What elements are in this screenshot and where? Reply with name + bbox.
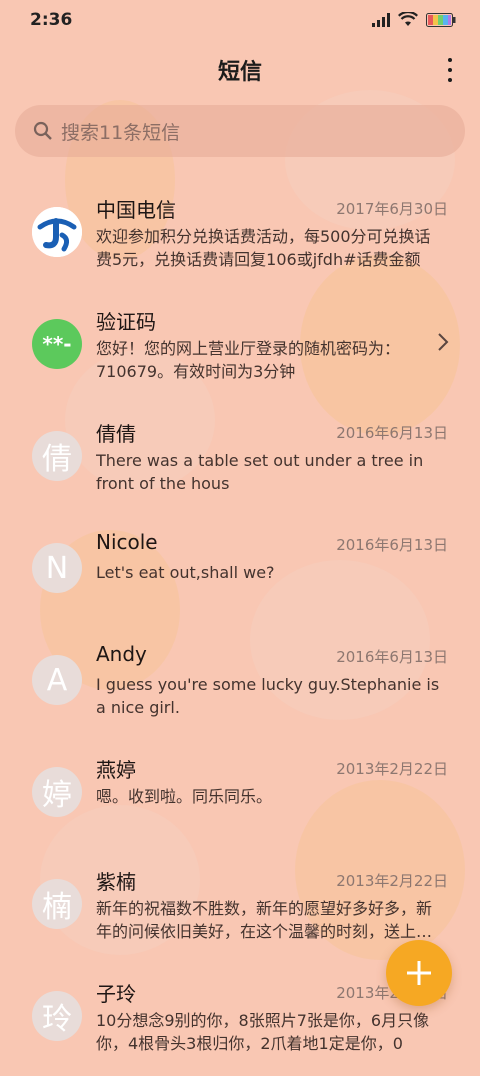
message-date: 2017年6月30日 <box>336 200 448 218</box>
avatar: 楠 <box>32 879 82 929</box>
message-date: 2016年6月13日 <box>336 424 448 442</box>
conversation-item[interactable]: 婷 燕婷 2013年2月22日 嗯。收到啦。同乐同乐。 <box>0 740 480 852</box>
status-bar: 2:36 <box>0 0 480 40</box>
contact-name: 中国电信 <box>96 198 176 222</box>
contact-name: 验证码 <box>96 310 156 334</box>
plus-icon <box>407 961 431 985</box>
chevron-right-icon <box>438 333 449 351</box>
telecom-avatar <box>32 207 82 257</box>
message-preview: 欢迎参加积分兑换话费活动，每500分可兑换话费5元，兑换话费请回复106或jfd… <box>96 227 431 269</box>
avatar: N <box>32 543 82 593</box>
signal-icon <box>372 12 390 27</box>
new-message-button[interactable] <box>386 940 452 1006</box>
conversation-item[interactable]: 中国电信 2017年6月30日 欢迎参加积分兑换话费活动，每500分可兑换话费5… <box>0 180 480 292</box>
message-date: 2013年2月22日 <box>336 760 448 778</box>
status-time: 2:36 <box>30 10 73 30</box>
conversation-item[interactable]: A Andy 2016年6月13日 I guess you're some lu… <box>0 628 480 740</box>
contact-name: 燕婷 <box>96 758 136 782</box>
page-title: 短信 <box>217 60 262 85</box>
message-date: 2016年6月13日 <box>336 648 448 666</box>
contact-name: 紫楠 <box>96 870 136 894</box>
conversation-item[interactable]: N Nicole 2016年6月13日 Let's eat out,shall … <box>0 516 480 628</box>
verification-avatar: **- <box>32 319 82 369</box>
message-preview: 您好！您的网上营业厅登录的随机密码为：710679。有效时间为3分钟 <box>96 339 401 381</box>
message-preview: 新年的祝福数不胜数，新年的愿望好多好多，新年的问候依旧美好，在这个温馨的时刻，送… <box>96 899 433 941</box>
contact-name: Andy <box>96 642 147 666</box>
conversation-item[interactable]: **- 验证码 您好！您的网上营业厅登录的随机密码为：710679。有效时间为3… <box>0 292 480 404</box>
avatar: 玲 <box>32 991 82 1041</box>
contact-name: 倩倩 <box>96 422 136 446</box>
message-preview: 嗯。收到啦。同乐同乐。 <box>96 787 273 806</box>
contact-name: Nicole <box>96 530 158 554</box>
conversation-item[interactable]: 倩 倩倩 2016年6月13日 There was a table set ou… <box>0 404 480 516</box>
contact-name: 子玲 <box>96 982 136 1006</box>
search-bar[interactable]: 搜索11条短信 <box>15 105 465 157</box>
battery-icon <box>426 12 456 27</box>
wifi-icon <box>398 12 418 26</box>
message-date: 2016年6月13日 <box>336 536 448 554</box>
message-date: 2013年2月22日 <box>336 872 448 890</box>
title-bar: 短信 <box>0 48 480 92</box>
avatar: 婷 <box>32 767 82 817</box>
message-preview: I guess you're some lucky guy.Stephanie … <box>96 675 440 717</box>
china-telecom-logo-icon <box>32 207 82 257</box>
search-icon <box>33 121 52 140</box>
avatar: A <box>32 655 82 705</box>
status-icons <box>372 12 456 27</box>
search-input[interactable]: 搜索11条短信 <box>61 118 180 145</box>
message-preview: 10分想念9别的你，8张照片7张是你，6月只像你，4根骨头3根归你，2爪着地1定… <box>96 1011 430 1053</box>
avatar: 倩 <box>32 431 82 481</box>
message-preview: Let's eat out,shall we? <box>96 563 275 582</box>
more-options-icon[interactable] <box>444 58 456 82</box>
message-preview: There was a table set out under a tree i… <box>96 451 424 493</box>
